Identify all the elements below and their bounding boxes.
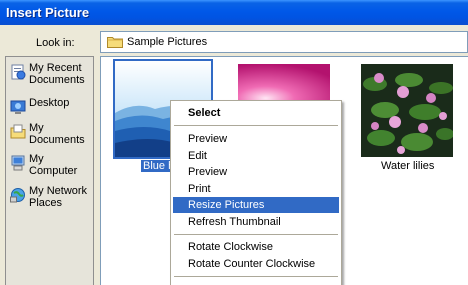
menu-item-edit[interactable]: Edit: [173, 148, 339, 164]
menu-item-rotate-counter-clockwise[interactable]: Rotate Counter Clockwise: [173, 256, 339, 272]
menu-separator: [174, 276, 338, 277]
place-label: My Computer: [29, 153, 78, 177]
menu-item-resize-pictures[interactable]: Resize Pictures: [173, 197, 339, 213]
menu-item-select[interactable]: Select: [173, 105, 339, 121]
place-label: My Network Places: [29, 185, 88, 209]
thumbnail-water-lilies[interactable]: [361, 64, 453, 157]
lookin-dropdown[interactable]: Sample Pictures: [100, 31, 468, 53]
place-label: Desktop: [29, 97, 70, 109]
desktop-icon: [10, 99, 26, 115]
file-caption[interactable]: Water lilies: [381, 160, 434, 172]
menu-item-preview-2[interactable]: Preview: [173, 164, 339, 180]
thumbnail-sunset[interactable]: [238, 64, 330, 102]
folder-icon: [107, 36, 123, 48]
network-places-icon: [10, 187, 26, 203]
my-documents-icon: [10, 124, 26, 140]
lookin-label: Look in:: [36, 37, 75, 49]
lookin-value: Sample Pictures: [127, 36, 208, 48]
place-desktop[interactable]: Desktop: [10, 97, 95, 115]
menu-item-preview[interactable]: Preview: [173, 131, 339, 147]
context-menu: Select Preview Edit Preview Print Resize…: [170, 100, 342, 285]
menu-separator: [174, 234, 338, 235]
menu-item-refresh-thumbnail[interactable]: Refresh Thumbnail: [173, 214, 339, 230]
menu-item-print[interactable]: Print: [173, 181, 339, 197]
my-computer-icon: [10, 155, 26, 171]
window-title: Insert Picture: [0, 0, 468, 25]
place-label: My Recent Documents: [29, 62, 85, 86]
menu-item-rotate-clockwise[interactable]: Rotate Clockwise: [173, 239, 339, 255]
place-network-places[interactable]: My Network Places: [10, 185, 95, 209]
place-recent-documents[interactable]: My Recent Documents: [10, 62, 95, 86]
menu-separator: [174, 125, 338, 126]
place-my-documents[interactable]: My Documents: [10, 122, 95, 146]
recent-documents-icon: [10, 64, 26, 80]
place-label: My Documents: [29, 122, 85, 146]
places-bar: My Recent Documents Desktop My Documents: [5, 56, 94, 285]
place-my-computer[interactable]: My Computer: [10, 153, 95, 177]
